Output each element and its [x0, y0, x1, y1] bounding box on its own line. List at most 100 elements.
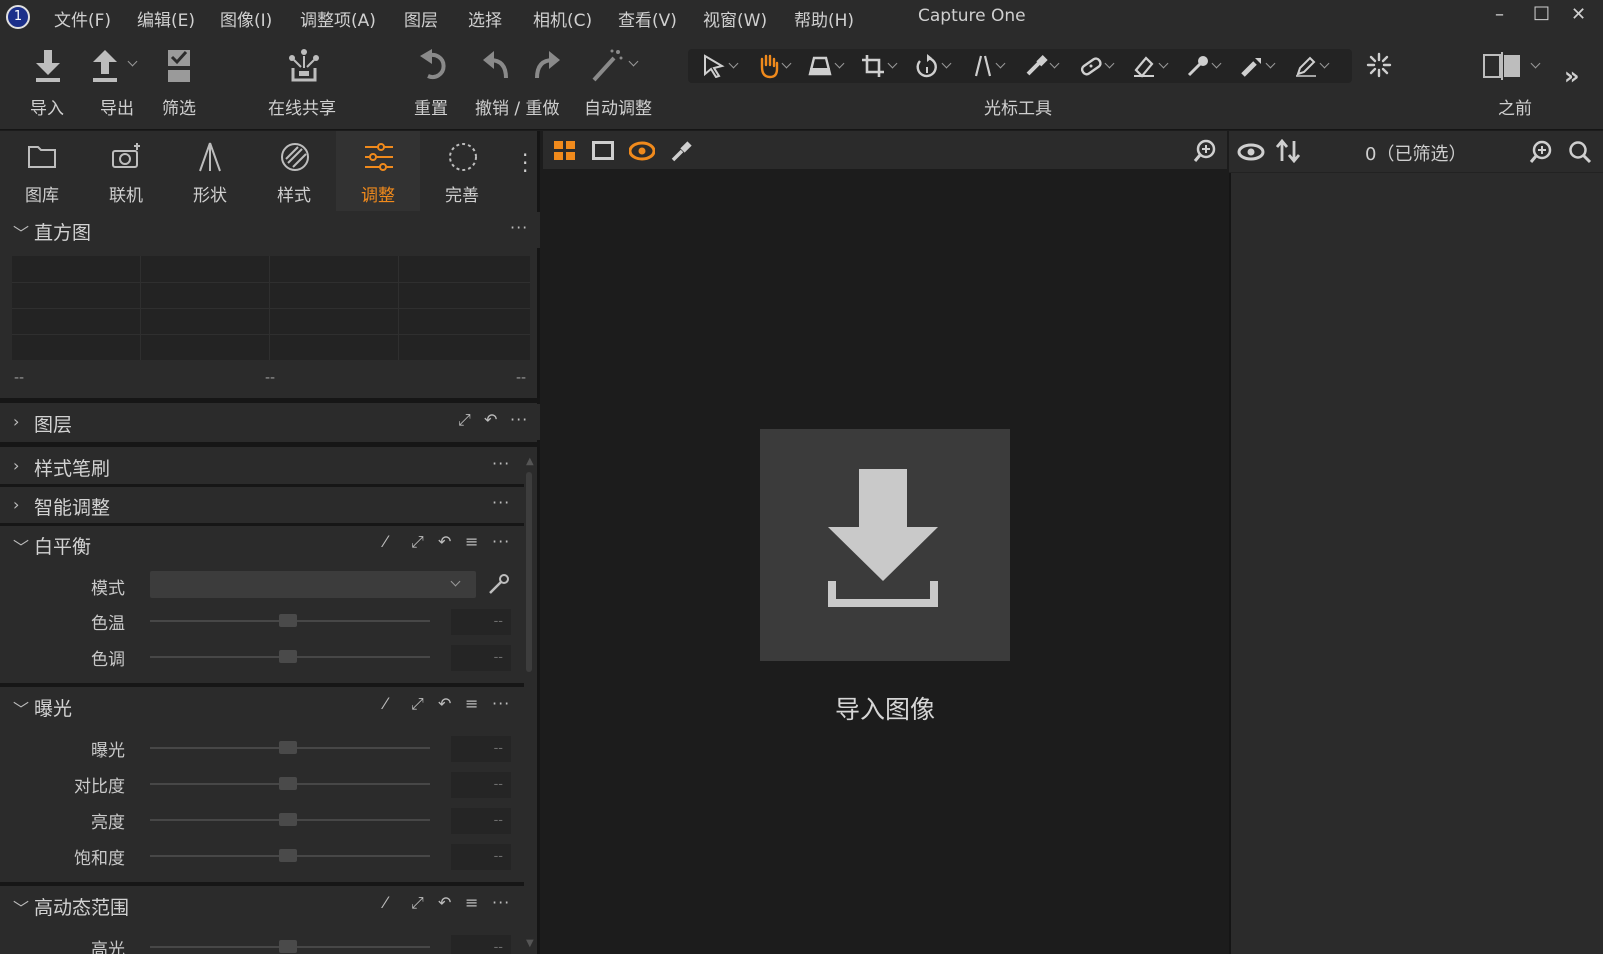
single-view-icon[interactable] — [592, 141, 614, 161]
tabs-more-icon[interactable]: · · · — [522, 145, 528, 181]
before-dropdown-icon[interactable] — [1530, 58, 1541, 69]
layers-menu-icon[interactable]: ··· — [510, 410, 528, 429]
auto-adjust-dropdown-icon[interactable] — [628, 56, 639, 67]
style-brushes-header[interactable]: › 样式笔刷 ··· — [0, 448, 524, 484]
expand-chevron-icon[interactable]: › — [13, 495, 19, 514]
eye-icon[interactable] — [1237, 142, 1265, 162]
tab-style[interactable]: 样式 — [252, 131, 336, 211]
menu-edit[interactable]: 编辑(E) — [137, 6, 195, 31]
hdr-reset-icon[interactable]: ↶ — [438, 893, 452, 912]
tab-capture[interactable]: 联机 — [84, 131, 168, 211]
white-balance-expand-icon[interactable]: ⤢ — [411, 532, 425, 552]
tools-scrollbar[interactable]: ▲ ▼ — [524, 456, 534, 954]
value-field[interactable]: -- — [451, 609, 511, 635]
hdr-presets-icon[interactable]: ≡ — [465, 893, 479, 912]
preview-eye-icon[interactable] — [629, 141, 655, 161]
color-picker-icon[interactable] — [1186, 54, 1210, 78]
menu-file[interactable]: 文件(F) — [54, 6, 111, 31]
export-dropdown-icon[interactable] — [127, 56, 138, 67]
menu-window[interactable]: 视窗(W) — [703, 6, 767, 31]
histogram-menu-icon[interactable]: ··· — [510, 218, 528, 237]
app-logo-icon[interactable]: 1 — [6, 5, 30, 29]
keystone-icon[interactable] — [808, 54, 832, 78]
white-balance-header[interactable]: ﹀ 白平衡 ⁄ ⤢ ↶ ≡ ··· — [0, 526, 524, 562]
exposure-menu-icon[interactable]: ··· — [492, 694, 510, 713]
layers-header[interactable]: › 图层 ⤢ ↶ ··· — [0, 404, 540, 440]
menu-adjustments[interactable]: 调整项(A) — [300, 6, 376, 31]
slider-handle[interactable] — [279, 940, 297, 953]
wb-mode-select[interactable] — [150, 571, 476, 598]
layers-expand-icon[interactable]: ⤢ — [458, 410, 472, 430]
expand-chevron-icon[interactable]: › — [13, 412, 19, 431]
value-field[interactable]: -- — [451, 808, 511, 834]
exposure-reset-icon[interactable]: ↶ — [438, 694, 452, 713]
tab-refine[interactable]: 完善 — [420, 131, 504, 211]
scroll-down-icon[interactable]: ▼ — [526, 938, 534, 949]
collapse-chevron-icon[interactable]: ﹀ — [13, 696, 29, 720]
brush-icon[interactable] — [1024, 54, 1048, 78]
redo-icon[interactable] — [531, 48, 561, 84]
histogram-header[interactable]: ﹀ 直方图 ··· — [0, 212, 540, 248]
toolbar-overflow-button[interactable]: » — [1564, 62, 1580, 90]
zoom-icon[interactable] — [1193, 139, 1217, 163]
style-brushes-menu-icon[interactable]: ··· — [492, 454, 510, 473]
rotate-icon[interactable] — [914, 54, 940, 80]
value-field[interactable]: -- — [451, 844, 511, 870]
collapse-chevron-icon[interactable]: ﹀ — [13, 895, 29, 919]
value-field[interactable]: -- — [451, 935, 511, 954]
healing-patch-icon[interactable] — [1078, 54, 1104, 78]
smart-adjust-menu-icon[interactable]: ··· — [492, 493, 510, 512]
exposure-expand-icon[interactable]: ⤢ — [411, 694, 425, 714]
eyedropper-icon[interactable] — [487, 572, 511, 596]
hdr-menu-icon[interactable]: ··· — [492, 893, 510, 912]
layers-reset-icon[interactable]: ↶ — [484, 410, 498, 429]
guides-icon[interactable] — [972, 54, 994, 78]
scroll-up-icon[interactable]: ▲ — [526, 456, 534, 467]
value-field[interactable]: -- — [451, 736, 511, 762]
sort-icon[interactable] — [1275, 139, 1301, 163]
exposure-presets-icon[interactable]: ≡ — [465, 694, 479, 713]
slider-handle[interactable] — [279, 741, 297, 754]
value-field[interactable]: -- — [451, 645, 511, 671]
hdr-auto-icon[interactable]: ⁄ — [384, 893, 388, 912]
scrollbar-thumb[interactable] — [526, 472, 532, 672]
smart-adjust-header[interactable]: › 智能调整 ··· — [0, 487, 524, 523]
select-cursor-icon[interactable] — [702, 54, 726, 78]
slider-handle[interactable] — [279, 614, 297, 627]
hdr-expand-icon[interactable]: ⤢ — [411, 893, 425, 913]
menu-help[interactable]: 帮助(H) — [794, 6, 854, 31]
collapse-chevron-icon[interactable]: ﹀ — [13, 534, 29, 558]
undo-icon[interactable] — [482, 48, 512, 84]
white-balance-menu-icon[interactable]: ··· — [492, 532, 510, 551]
exposure-auto-icon[interactable]: ⁄ — [384, 694, 388, 713]
hdr-header[interactable]: ﹀ 高动态范围 ⁄ ⤢ ↶ ≡ ··· — [0, 887, 524, 923]
menu-camera[interactable]: 相机(C) — [533, 6, 592, 31]
menu-image[interactable]: 图像(I) — [220, 6, 272, 31]
paint-brush-icon[interactable] — [670, 140, 692, 162]
close-button[interactable]: ✕ — [1571, 4, 1586, 25]
slider-handle[interactable] — [279, 777, 297, 790]
eraser-icon[interactable] — [1132, 54, 1156, 78]
menu-layers[interactable]: 图层 — [404, 6, 438, 31]
value-field[interactable]: -- — [451, 772, 511, 798]
minimize-button[interactable]: – — [1495, 4, 1504, 25]
pen-icon[interactable] — [1294, 54, 1318, 78]
annotate-icon[interactable] — [1240, 54, 1264, 78]
tab-shape[interactable]: 形状 — [168, 131, 252, 211]
grid-view-icon[interactable] — [554, 141, 576, 161]
menu-select[interactable]: 选择 — [468, 6, 502, 31]
tab-adjust[interactable]: 调整 — [336, 131, 420, 211]
browser-zoom-icon[interactable] — [1529, 140, 1553, 164]
slider-handle[interactable] — [279, 813, 297, 826]
collapse-chevron-icon[interactable]: ﹀ — [13, 220, 29, 244]
white-balance-reset-icon[interactable]: ↶ — [438, 532, 452, 551]
pan-hand-icon[interactable] — [756, 53, 782, 79]
maximize-button[interactable]: □ — [1533, 2, 1550, 23]
tab-library[interactable]: 图库 — [0, 131, 84, 211]
crop-icon[interactable] — [861, 54, 885, 78]
import-images-button[interactable] — [760, 429, 1010, 661]
menu-view[interactable]: 查看(V) — [618, 6, 677, 31]
slider-handle[interactable] — [279, 849, 297, 862]
slider-handle[interactable] — [279, 650, 297, 663]
search-icon[interactable] — [1568, 140, 1592, 164]
